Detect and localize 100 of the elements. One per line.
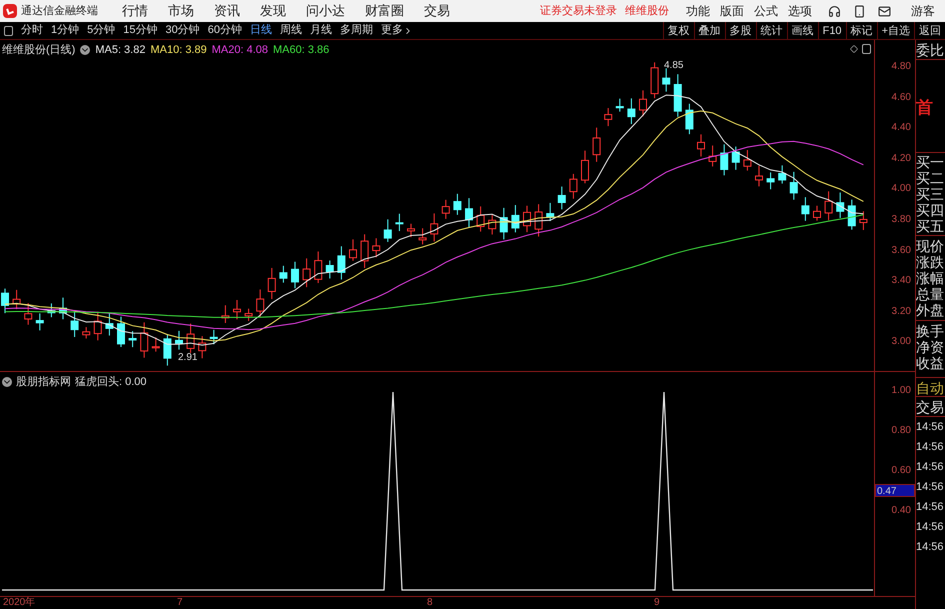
trade-time: 14:56 (916, 540, 945, 555)
period-tab[interactable]: 60分钟 (208, 22, 242, 39)
trade-time: 14:56 (916, 460, 945, 475)
price-axis-label: 4.20 (892, 152, 911, 165)
tool-button[interactable]: 画线 (786, 22, 818, 40)
period-tab[interactable]: 月线 (310, 22, 332, 39)
candlestick (268, 267, 276, 300)
quote-label: 买二 (916, 170, 945, 186)
menu-item[interactable]: 功能 (686, 2, 710, 20)
candlestick (198, 336, 206, 359)
more-menu[interactable]: 更多 (381, 22, 413, 39)
period-tab[interactable]: 多周期 (340, 22, 373, 39)
menu-item[interactable]: 选项 (788, 2, 812, 20)
candlestick (360, 234, 369, 269)
price-axis-label: 4.60 (892, 92, 911, 104)
date-axis-label: 9 (654, 597, 661, 609)
candlestick (790, 171, 798, 200)
tool-button[interactable]: 叠加 (694, 22, 725, 40)
diamond-icon[interactable] (850, 45, 858, 53)
login-status[interactable]: 证券交易未登录 (540, 2, 617, 20)
menu-item[interactable]: 发现 (260, 1, 286, 21)
trade-time: 14:56 (916, 480, 945, 495)
quote-label: 现价 (916, 238, 945, 254)
panel-toggle-icon[interactable] (4, 26, 13, 36)
candlestick (848, 199, 856, 230)
period-tab[interactable]: 15分钟 (123, 22, 158, 39)
candlestick (372, 238, 380, 258)
period-tab[interactable]: 日线 (250, 22, 272, 39)
candlestick (302, 258, 311, 288)
app-title: 通达信金融终端 (21, 4, 98, 19)
candlestick (662, 68, 670, 92)
price-axis-label: 4.40 (892, 122, 911, 134)
tool-button[interactable]: 返回 (914, 22, 945, 40)
menu-item[interactable]: 交易 (424, 1, 450, 21)
price-axis-label: 3.80 (892, 214, 911, 226)
candlestick (604, 108, 612, 127)
price-axis-label: 4.80 (892, 61, 911, 73)
candlestick (140, 322, 148, 358)
period-tab[interactable]: 5分钟 (87, 22, 116, 39)
stock-name-link[interactable]: 维维股份 (625, 2, 669, 20)
candlestick (128, 330, 137, 348)
candlestick (465, 198, 473, 228)
tool-button[interactable]: 统计 (756, 22, 787, 40)
trade-header: 交易 (916, 397, 945, 417)
indicator-axis-label: 0.40 (892, 505, 911, 517)
ma-value: MA10: 3.89 (150, 43, 207, 58)
menu-item[interactable]: 财富圈 (365, 1, 404, 21)
candlestick (36, 312, 44, 331)
candlestick (778, 164, 786, 184)
tool-button[interactable]: 标记 (846, 22, 877, 40)
quote-label: 买五 (916, 218, 945, 234)
auto-label: 自动 (916, 378, 945, 397)
menu-item[interactable]: 市场 (168, 1, 194, 21)
tool-button[interactable]: +自选 (876, 22, 914, 40)
price-axis-label: 3.20 (892, 306, 911, 318)
dropdown-icon[interactable] (80, 45, 90, 56)
tool-button[interactable]: 多股 (724, 22, 756, 40)
candlestick (755, 165, 763, 187)
candlestick (12, 289, 21, 310)
headset-icon[interactable] (828, 4, 841, 18)
guest-label[interactable]: 游客 (911, 2, 935, 20)
candlestick (592, 127, 601, 162)
candlestick (581, 150, 589, 184)
candlestick (152, 336, 160, 352)
candlestick (732, 146, 740, 170)
period-tab[interactable]: 1分钟 (51, 22, 80, 39)
mail-icon[interactable] (878, 4, 891, 18)
phone-icon[interactable] (853, 4, 866, 18)
candlestick (210, 329, 218, 345)
candlestick (349, 238, 357, 262)
candlestick (685, 103, 694, 135)
candlestick (221, 304, 230, 324)
period-tab[interactable]: 分时 (21, 22, 43, 39)
period-tab[interactable]: 30分钟 (166, 22, 200, 39)
panel-toggle-icon[interactable] (862, 44, 871, 54)
quote-label: 买三 (916, 186, 945, 202)
high-price-label: 4.85 (664, 60, 684, 71)
candlestick (82, 326, 90, 340)
price-axis-label: 3.60 (892, 244, 911, 257)
candlestick (186, 323, 195, 354)
date-axis-label: 2020年 (3, 597, 36, 609)
menu-item[interactable]: 问小达 (306, 1, 345, 21)
menu-item[interactable]: 行情 (122, 1, 148, 21)
dropdown-icon[interactable] (2, 377, 12, 388)
trade-time: 14:56 (916, 500, 945, 515)
candlestick (430, 212, 438, 242)
tool-button[interactable]: F10 (818, 22, 846, 40)
candlestick (395, 213, 404, 232)
candlestick (279, 265, 288, 284)
quote-label: 外盘 (916, 302, 945, 318)
period-tab[interactable]: 周线 (280, 22, 302, 39)
menu-item[interactable]: 版面 (720, 2, 744, 20)
tool-button[interactable]: 复权 (662, 22, 694, 40)
indicator-value: 猛虎回头: 0.00 (75, 375, 147, 390)
menu-item[interactable]: 资讯 (214, 1, 240, 21)
indicator-axis-label: 0.80 (892, 425, 911, 437)
menu-item[interactable]: 公式 (754, 2, 778, 20)
candlestick (500, 207, 508, 240)
candlestick (546, 202, 554, 222)
quote-label: 买一 (916, 154, 945, 170)
